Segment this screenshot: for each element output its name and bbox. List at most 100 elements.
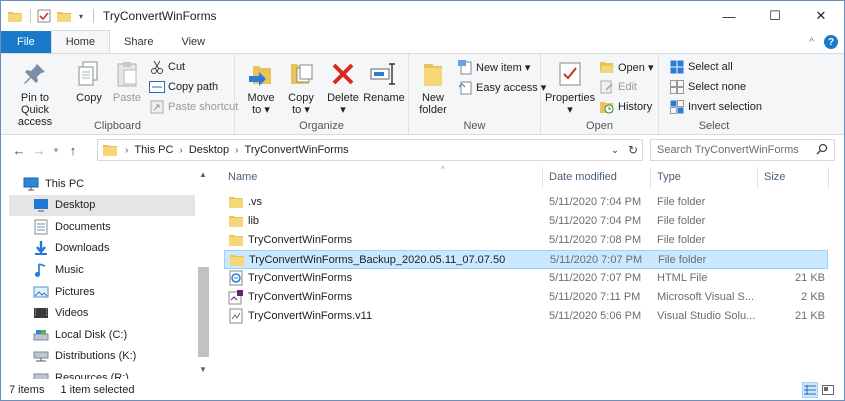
nav-item[interactable]: Downloads — [9, 238, 195, 259]
tab-home[interactable]: Home — [50, 30, 111, 53]
select-all-button[interactable]: Select all — [669, 58, 733, 76]
copy-button[interactable]: Copy — [71, 58, 107, 104]
new-folder-button[interactable]: New folder — [415, 58, 451, 116]
file-row[interactable]: TryConvertWinForms 5/11/2020 7:08 PM File … — [224, 231, 828, 250]
cut-button[interactable]: Cut — [149, 58, 185, 76]
pin-to-quick-access-button[interactable]: Pin to Quick access — [7, 58, 63, 128]
breadcrumb-this-pc[interactable]: This PC — [134, 144, 173, 156]
address-bar[interactable]: › This PC › Desktop › TryConvertWinForms… — [97, 139, 643, 161]
forward-arrow-icon[interactable]: → — [29, 140, 49, 160]
recent-locations-chevron-icon[interactable]: ▾ — [49, 140, 63, 160]
paste-button[interactable]: Paste — [109, 58, 145, 104]
folder-icon — [102, 143, 118, 157]
new-folder-icon[interactable] — [56, 8, 72, 24]
rename-button[interactable]: Rename — [363, 58, 405, 104]
refresh-icon[interactable]: ↻ — [624, 143, 642, 157]
delete-label: Delete ▾ — [327, 92, 359, 116]
nav-item[interactable]: Desktop — [9, 194, 195, 216]
nav-item[interactable]: Documents — [9, 216, 195, 237]
collapse-ribbon-button[interactable]: ^ — [809, 37, 814, 48]
properties-icon — [554, 58, 586, 90]
nav-item-label: This PC — [45, 177, 85, 190]
nav-item[interactable]: Resources (R:) — [9, 367, 195, 379]
history-button[interactable]: History — [599, 98, 652, 116]
file-row[interactable]: TryConvertWinForms_Backup_2020.05.11_07.… — [224, 250, 828, 269]
breadcrumb-chevron-icon[interactable]: › — [125, 145, 128, 156]
new-group: New folder New item ▾ Easy access ▾ New — [409, 54, 546, 134]
help-button[interactable]: ? — [824, 35, 838, 49]
vs-solution-icon — [228, 289, 244, 305]
navigation-pane-scrollbar[interactable]: ▲ ▼ — [195, 167, 212, 379]
chevron-down-icon[interactable]: ▾ — [76, 8, 86, 24]
select-group-label: Select — [698, 120, 730, 132]
column-header-type[interactable]: Type — [657, 171, 681, 183]
file-name: lib — [248, 215, 260, 227]
search-box[interactable]: Search TryConvertWinForms — [650, 139, 835, 161]
nav-item-label: Pictures — [55, 285, 95, 298]
nav-item[interactable]: This PC — [9, 173, 195, 194]
delete-button[interactable]: Delete ▾ — [325, 58, 361, 116]
new-item-button[interactable]: New item ▾ — [457, 58, 530, 76]
folder-icon — [228, 194, 244, 210]
close-button[interactable]: ✕ — [798, 1, 844, 31]
search-input[interactable]: Search TryConvertWinForms — [657, 144, 799, 156]
file-row[interactable]: TryConvertWinForms 5/11/2020 7:11 PM Micro… — [224, 288, 828, 307]
column-header-size[interactable]: Size — [764, 171, 785, 183]
select-group: Select all Select none Invert selection … — [659, 54, 769, 134]
tab-share[interactable]: Share — [110, 31, 167, 53]
column-header-name[interactable]: Name — [228, 171, 257, 183]
breadcrumb-chevron-icon[interactable]: › — [235, 145, 238, 156]
column-divider[interactable] — [650, 167, 651, 189]
tab-file[interactable]: File — [1, 31, 51, 53]
move-to-button[interactable]: Move to ▾ — [243, 58, 279, 116]
scrollbar-thumb[interactable] — [198, 267, 209, 357]
open-label: Open ▾ — [618, 61, 654, 74]
copy-to-button[interactable]: Copy to ▾ — [283, 58, 319, 116]
divider — [30, 9, 31, 23]
minimize-button[interactable]: — — [706, 1, 752, 31]
file-row[interactable]: TryConvertWinForms 5/11/2020 7:07 PM HTML … — [224, 269, 828, 288]
rename-icon — [368, 58, 400, 90]
nav-item[interactable]: Music — [9, 259, 195, 280]
breadcrumb-chevron-icon[interactable]: › — [179, 145, 182, 156]
maximize-button[interactable]: ☐ — [752, 1, 798, 31]
column-divider[interactable] — [542, 167, 543, 189]
properties-button[interactable]: Properties ▾ — [545, 58, 595, 116]
column-divider[interactable] — [828, 167, 829, 189]
videos-icon — [33, 305, 49, 321]
file-row[interactable]: .vs 5/11/2020 7:04 PM File folder — [224, 193, 828, 212]
copy-path-button[interactable]: Copy path — [149, 78, 218, 96]
column-header-date[interactable]: Date modified — [549, 171, 617, 183]
nav-item[interactable]: Distributions (K:) — [9, 346, 195, 367]
clipboard-group: Pin to Quick access Copy Paste Cut Copy … — [1, 54, 238, 134]
edit-icon — [599, 79, 615, 95]
nav-item[interactable]: Videos — [9, 303, 195, 324]
address-row: ← → ▾ ↑ › This PC › Desktop › TryConvert… — [1, 136, 844, 164]
details-view-icon[interactable] — [802, 382, 818, 398]
edit-button[interactable]: Edit — [599, 78, 637, 96]
file-row[interactable]: lib 5/11/2020 7:04 PM File folder — [224, 212, 828, 231]
up-arrow-icon[interactable]: ↑ — [63, 140, 83, 160]
scroll-up-icon[interactable]: ▲ — [199, 170, 207, 179]
easy-access-button[interactable]: Easy access ▾ — [457, 78, 546, 96]
breadcrumb-current-folder[interactable]: TryConvertWinForms — [245, 144, 349, 156]
copy-to-label: Copy to ▾ — [288, 92, 314, 116]
scroll-down-icon[interactable]: ▼ — [199, 365, 207, 374]
paste-shortcut-button[interactable]: Paste shortcut — [149, 98, 238, 116]
nav-item[interactable]: Local Disk (C:) — [9, 324, 195, 345]
tab-view[interactable]: View — [167, 31, 219, 53]
select-none-button[interactable]: Select none — [669, 78, 746, 96]
breadcrumb-desktop[interactable]: Desktop — [189, 144, 229, 156]
file-date-modified: 5/11/2020 7:08 PM — [549, 234, 642, 246]
address-history-chevron-icon[interactable]: ⌄ — [606, 145, 624, 156]
copy-path-icon — [149, 79, 165, 95]
invert-selection-button[interactable]: Invert selection — [669, 98, 762, 116]
column-divider[interactable] — [757, 167, 758, 189]
properties-checkbox-icon[interactable] — [36, 8, 52, 24]
large-icons-view-icon[interactable] — [820, 382, 836, 398]
open-button[interactable]: Open ▾ — [599, 58, 654, 76]
file-row[interactable]: TryConvertWinForms.v11 5/11/2020 5:06 PM V… — [224, 307, 828, 326]
new-item-icon — [457, 59, 473, 75]
back-arrow-icon[interactable]: ← — [9, 140, 29, 160]
nav-item[interactable]: Pictures — [9, 281, 195, 302]
